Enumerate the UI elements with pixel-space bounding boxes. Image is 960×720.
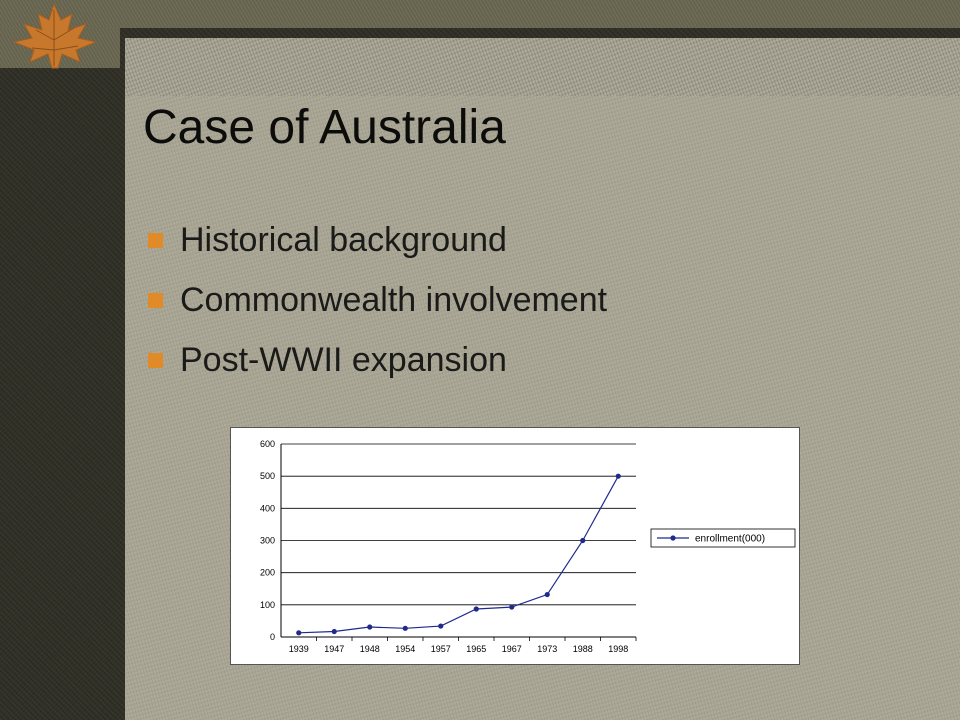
y-tick-label: 0 [270, 632, 275, 642]
y-tick-label: 100 [260, 600, 275, 610]
data-point [331, 628, 337, 635]
x-tick-label: 1954 [395, 644, 415, 654]
data-point [473, 606, 479, 612]
y-tick-label: 400 [260, 503, 275, 513]
top-border-strip [0, 0, 960, 28]
data-point [615, 473, 621, 479]
bullet-list: Historical background Commonwealth invol… [148, 218, 607, 398]
x-tick-label: 1957 [431, 644, 451, 654]
x-tick-label: 1948 [360, 644, 380, 654]
bullet-square-icon [148, 293, 163, 308]
x-tick-label: 1939 [289, 644, 309, 654]
data-point [296, 630, 302, 636]
data-point [544, 591, 550, 598]
bullet-item: Historical background [148, 218, 607, 278]
y-tick-label: 600 [260, 439, 275, 449]
y-tick-label: 200 [260, 568, 275, 578]
data-point [509, 604, 515, 610]
legend-swatch-marker [670, 535, 676, 541]
bullet-text: Post-WWII expansion [180, 341, 507, 379]
data-point [367, 624, 373, 630]
maple-leaf-icon [12, 2, 98, 69]
data-point [402, 625, 408, 631]
bullet-square-icon [148, 353, 163, 368]
x-tick-label: 1988 [573, 644, 593, 654]
slide-title: Case of Australia [143, 101, 506, 154]
x-tick-label: 1973 [537, 644, 557, 654]
bullet-item: Commonwealth involvement [148, 278, 607, 338]
bullet-text: Commonwealth involvement [180, 281, 608, 319]
enrollment-chart: 0 100 200 300 400 500 600 1939 1947 1948 1954 1957 1… [230, 427, 800, 665]
x-tick-label: 1967 [502, 644, 522, 654]
y-tick-label: 500 [260, 471, 275, 481]
bullet-text: Historical background [180, 221, 507, 259]
bullet-square-icon [148, 233, 163, 248]
x-tick-label: 1998 [608, 644, 628, 654]
legend-label: enrollment(000) [695, 534, 765, 545]
series-line [298, 475, 619, 634]
x-tick-label: 1965 [466, 644, 486, 654]
slide-header-band [125, 38, 960, 96]
y-tick-label: 300 [260, 536, 275, 546]
x-tick-label: 1947 [324, 644, 344, 654]
chart-canvas: 0 100 200 300 400 500 600 1939 1947 1948 1954 1957 1… [260, 439, 796, 654]
data-point [438, 623, 444, 629]
bullet-item: Post-WWII expansion [148, 338, 607, 398]
data-point [580, 537, 586, 544]
